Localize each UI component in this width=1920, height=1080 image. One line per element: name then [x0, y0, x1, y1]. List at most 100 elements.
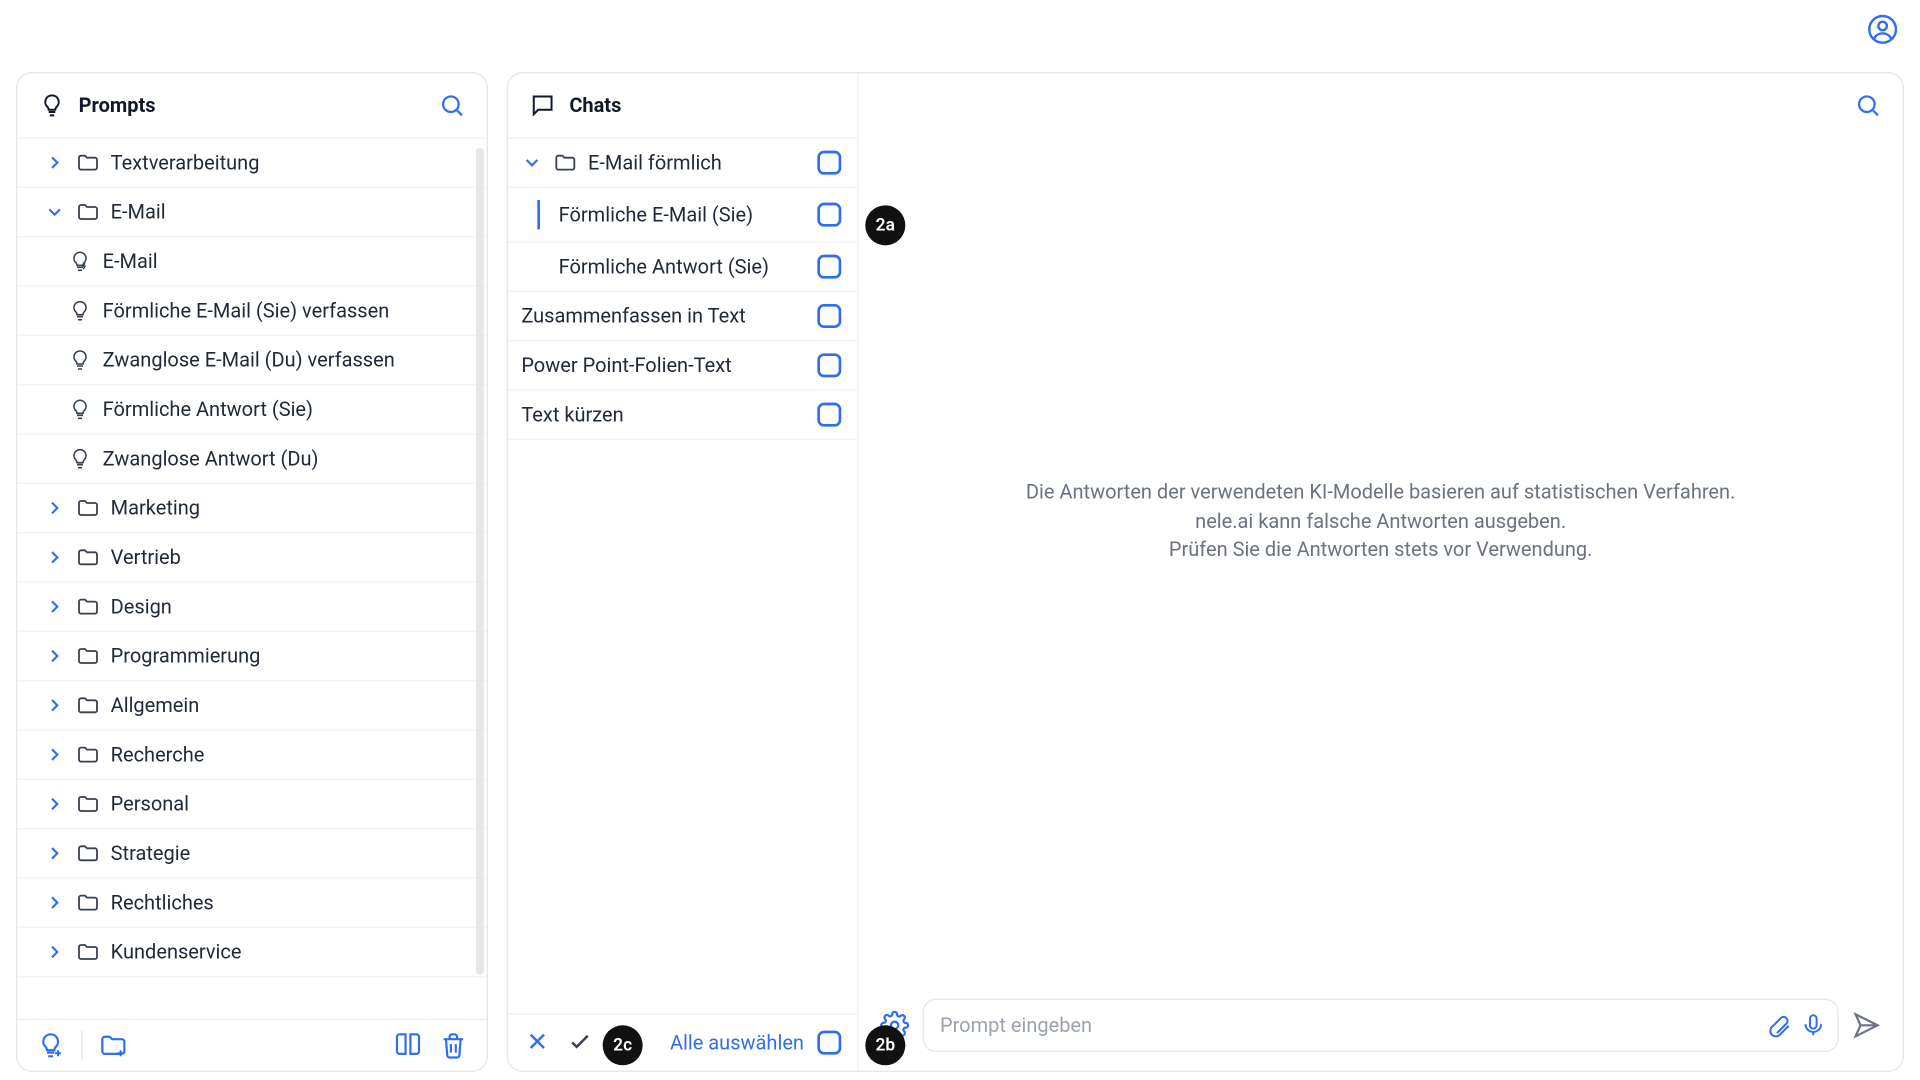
annotation-2b: 2b — [865, 1025, 905, 1065]
folder-icon — [76, 841, 100, 865]
prompt-label: Zwanglose Antwort (Du) — [103, 447, 319, 471]
bulb-icon — [68, 348, 92, 372]
folder-label: Programmierung — [111, 644, 261, 668]
close-icon[interactable] — [524, 1028, 553, 1057]
chevron-right-icon — [44, 941, 65, 962]
disclaimer-line: Prüfen Sie die Antworten stets vor Verwe… — [1169, 536, 1593, 565]
folder-icon — [76, 200, 100, 224]
prompt-label: Förmliche E-Mail (Sie) verfassen — [103, 299, 390, 323]
chevron-right-icon — [44, 645, 65, 666]
chevron-down-icon — [44, 201, 65, 222]
prompts-title: Prompts — [79, 93, 426, 117]
folder-label: E-Mail — [111, 200, 166, 224]
checkbox[interactable] — [817, 353, 841, 377]
attachment-icon[interactable] — [1765, 1012, 1792, 1039]
chat-powerpoint[interactable]: Power Point-Folien-Text — [508, 341, 857, 390]
chats-list: Chats E-Mail förmlich Förmliche E-Mail (… — [508, 73, 859, 1070]
checkbox[interactable] — [817, 151, 841, 175]
chats-header: Chats — [508, 73, 857, 138]
chats-panel: Chats E-Mail förmlich Förmliche E-Mail (… — [507, 72, 1904, 1072]
bulb-icon — [39, 92, 66, 119]
active-indicator — [537, 200, 540, 229]
chats-footer: Alle auswählen — [508, 1013, 857, 1070]
folder-email[interactable]: E-Mail — [17, 188, 486, 237]
checkbox[interactable] — [817, 304, 841, 328]
search-icon[interactable] — [1855, 92, 1882, 119]
annotation-2a: 2a — [865, 205, 905, 245]
chevron-right-icon — [44, 695, 65, 716]
chevron-right-icon — [44, 744, 65, 765]
chat-text-kuerzen[interactable]: Text kürzen — [508, 391, 857, 440]
prompt-foermliche-email[interactable]: Förmliche E-Mail (Sie) verfassen — [17, 287, 486, 336]
folder-label: Recherche — [111, 743, 205, 767]
folder-icon — [553, 151, 577, 175]
chevron-right-icon — [44, 152, 65, 173]
chevron-right-icon — [44, 843, 65, 864]
folder-label: Kundenservice — [111, 940, 242, 964]
folder-programmierung[interactable]: Programmierung — [17, 632, 486, 681]
account-icon[interactable] — [1867, 13, 1899, 45]
prompt-label: Zwanglose E-Mail (Du) verfassen — [103, 348, 395, 372]
folder-label: Textverarbeitung — [111, 151, 260, 175]
disclaimer: Die Antworten der verwendeten KI-Modelle… — [859, 139, 1903, 986]
prompt-zwanglose-antwort[interactable]: Zwanglose Antwort (Du) — [17, 435, 486, 484]
scrollbar-thumb[interactable] — [476, 148, 484, 975]
folder-kundenservice[interactable]: Kundenservice — [17, 928, 486, 977]
folder-label: Personal — [111, 792, 189, 816]
checkbox[interactable] — [817, 255, 841, 279]
folder-label: Marketing — [111, 496, 200, 520]
prompt-input[interactable] — [940, 1013, 1757, 1037]
prompt-input-wrap[interactable] — [923, 999, 1839, 1052]
prompt-zwanglose-email[interactable]: Zwanglose E-Mail (Du) verfassen — [17, 336, 486, 385]
folder-vertrieb[interactable]: Vertrieb — [17, 533, 486, 582]
folder-icon — [76, 545, 100, 569]
checkbox[interactable] — [817, 403, 841, 427]
prompt-foermliche-antwort[interactable]: Förmliche Antwort (Sie) — [17, 385, 486, 434]
folder-recherche[interactable]: Recherche — [17, 731, 486, 780]
trash-icon[interactable] — [439, 1031, 468, 1060]
chat-foermliche-email[interactable]: Förmliche E-Mail (Sie) — [508, 188, 857, 243]
chat-folder-email-foermlich[interactable]: E-Mail förmlich — [508, 139, 857, 188]
folder-personal[interactable]: Personal — [17, 780, 486, 829]
chat-label: Förmliche E-Mail (Sie) — [559, 203, 807, 227]
select-all-label[interactable]: Alle auswählen — [670, 1031, 804, 1055]
chevron-right-icon — [44, 497, 65, 518]
chevron-right-icon — [44, 547, 65, 568]
prompts-panel: Prompts Textverarbeitung — [16, 72, 488, 1072]
check-icon[interactable] — [567, 1028, 596, 1057]
folder-icon — [76, 693, 100, 717]
chat-zusammenfassen[interactable]: Zusammenfassen in Text — [508, 292, 857, 341]
chat-foermliche-antwort[interactable]: Förmliche Antwort (Sie) — [508, 243, 857, 292]
new-prompt-icon[interactable] — [36, 1031, 65, 1060]
folder-rechtliches[interactable]: Rechtliches — [17, 879, 486, 928]
mic-icon[interactable] — [1800, 1012, 1827, 1039]
folder-strategie[interactable]: Strategie — [17, 829, 486, 878]
search-icon[interactable] — [439, 92, 466, 119]
chevron-down-icon — [521, 152, 542, 173]
prompts-tree: Textverarbeitung E-Mail — [17, 139, 486, 1019]
send-icon[interactable] — [1852, 1011, 1881, 1040]
folder-label: Allgemein — [111, 693, 200, 717]
disclaimer-line: Die Antworten der verwendeten KI-Modelle… — [1026, 478, 1735, 507]
folder-icon — [76, 743, 100, 767]
folder-allgemein[interactable]: Allgemein — [17, 681, 486, 730]
folder-design[interactable]: Design — [17, 583, 486, 632]
chat-label: Text kürzen — [521, 403, 806, 427]
composer — [859, 985, 1903, 1070]
chevron-right-icon — [44, 892, 65, 913]
select-all-checkbox[interactable] — [817, 1031, 841, 1055]
divider — [81, 1031, 82, 1060]
folder-label: Rechtliches — [111, 891, 214, 915]
chat-label: Power Point-Folien-Text — [521, 353, 806, 377]
book-icon[interactable] — [393, 1031, 422, 1060]
folder-label: Strategie — [111, 841, 191, 865]
folder-icon — [76, 595, 100, 619]
bulb-icon — [68, 299, 92, 323]
prompt-email[interactable]: E-Mail — [17, 237, 486, 286]
checkbox[interactable] — [817, 203, 841, 227]
folder-textverarbeitung[interactable]: Textverarbeitung — [17, 139, 486, 188]
folder-marketing[interactable]: Marketing — [17, 484, 486, 533]
prompt-label: Förmliche Antwort (Sie) — [103, 397, 313, 421]
folder-icon — [76, 496, 100, 520]
new-folder-icon[interactable] — [99, 1031, 128, 1060]
